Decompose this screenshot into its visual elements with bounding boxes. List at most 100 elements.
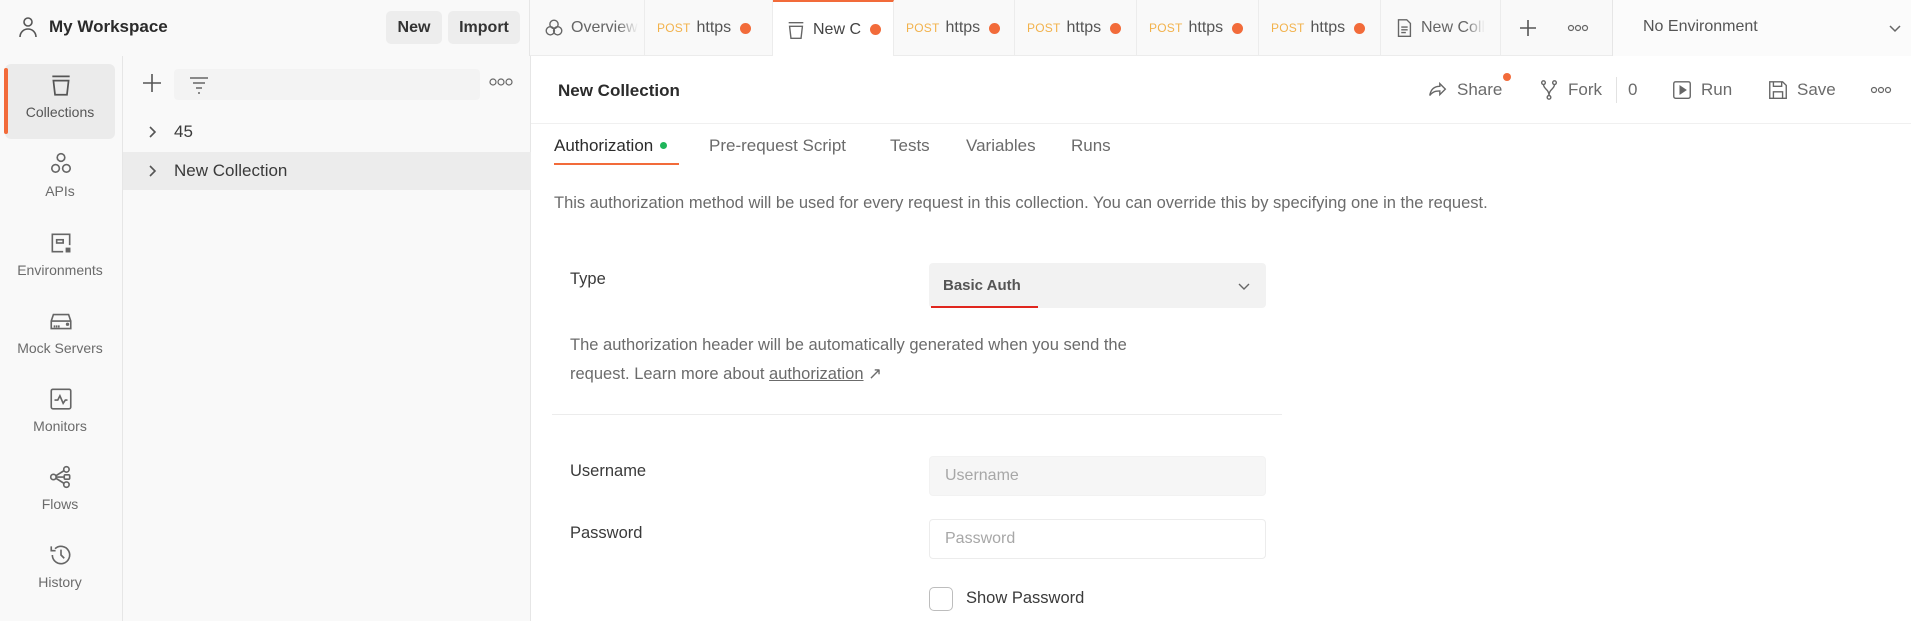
- divider: [552, 414, 1282, 415]
- tab-runs[interactable]: Runs: [1071, 136, 1111, 156]
- collection-item[interactable]: 45: [123, 113, 531, 151]
- new-tab-plus-icon[interactable]: [1518, 18, 1538, 38]
- new-button[interactable]: New: [386, 11, 442, 44]
- collection-title[interactable]: New Collection: [558, 81, 680, 101]
- tab-request[interactable]: POST https: [1015, 0, 1137, 56]
- tab-label: https: [1188, 19, 1224, 36]
- collections-filter-input[interactable]: [174, 69, 480, 100]
- sidebar-item-mock-servers[interactable]: Mock Servers: [5, 300, 115, 375]
- unsaved-dot: [989, 22, 1001, 34]
- share-icon: [1429, 81, 1447, 97]
- sidebar-item-label: Flows: [41, 496, 79, 512]
- tab-label: New C: [813, 20, 862, 38]
- left-sidebar: Collections APIs Environments Mock Serve…: [0, 56, 123, 621]
- save-button[interactable]: Save: [1767, 78, 1836, 102]
- auth-type-value: Basic Auth: [943, 277, 1021, 294]
- fork-count[interactable]: 0: [1628, 78, 1637, 102]
- type-label: Type: [570, 270, 606, 288]
- history-icon: [50, 545, 71, 565]
- active-indicator-dot: [660, 142, 668, 150]
- active-tab-underline: [554, 163, 679, 165]
- unsaved-dot: [1354, 22, 1366, 34]
- chevron-right-icon[interactable]: [145, 125, 159, 139]
- tab-tests[interactable]: Tests: [890, 136, 930, 156]
- main-content: New Collection Share Fork 0 Run Save Aut…: [531, 56, 1911, 621]
- tab-request[interactable]: POST https: [894, 0, 1015, 56]
- user-icon: [19, 17, 37, 38]
- unsaved-dot: [1232, 22, 1244, 34]
- document-icon: [1397, 19, 1412, 37]
- more-actions-icon[interactable]: [1870, 85, 1892, 95]
- fork-label: Fork: [1568, 80, 1602, 99]
- show-password-label[interactable]: Show Password: [966, 589, 1084, 608]
- sidebar-item-history[interactable]: History: [5, 534, 115, 609]
- method-badge: POST: [1027, 21, 1061, 35]
- more-tabs-icon[interactable]: [1567, 23, 1589, 33]
- add-collection-plus-icon[interactable]: [141, 72, 163, 94]
- unsaved-dot: [740, 22, 752, 34]
- sidebar-item-apis[interactable]: APIs: [5, 143, 115, 218]
- workspace-header: My Workspace New Import: [0, 0, 530, 56]
- method-badge: POST: [1271, 21, 1305, 35]
- method-badge: POST: [657, 21, 691, 35]
- tab-new-coll-doc[interactable]: New Coll: [1381, 0, 1501, 56]
- run-label: Run: [1701, 80, 1733, 99]
- auth-type-select[interactable]: Basic Auth: [929, 263, 1266, 308]
- environments-icon: [51, 233, 71, 253]
- chevron-down-icon: [1238, 283, 1250, 290]
- tab-label: https: [1310, 19, 1346, 36]
- tab-request[interactable]: POST https: [645, 0, 773, 56]
- collection-icon: [788, 21, 804, 39]
- workspace-title[interactable]: My Workspace: [49, 17, 168, 37]
- tab-authorization[interactable]: Authorization: [554, 136, 668, 156]
- collection-name: New Collection: [174, 161, 288, 180]
- help-text: request. Learn more about: [570, 365, 770, 383]
- more-options-icon[interactable]: [488, 76, 514, 88]
- collection-header: New Collection Share Fork 0 Run Save: [531, 56, 1911, 124]
- username-input[interactable]: [929, 456, 1266, 496]
- auth-help-line1: The authorization header will be automat…: [570, 336, 1127, 354]
- import-button[interactable]: Import: [448, 11, 520, 44]
- tab-variables[interactable]: Variables: [966, 136, 1036, 156]
- tab-overview[interactable]: Overview: [531, 0, 645, 56]
- flows-icon: [49, 465, 71, 489]
- tab-pre-request-script[interactable]: Pre-request Script: [709, 136, 846, 156]
- share-button[interactable]: Share: [1427, 78, 1502, 102]
- show-password-checkbox[interactable]: [929, 587, 953, 611]
- save-label: Save: [1797, 80, 1836, 99]
- mock-servers-icon: [50, 313, 72, 330]
- sidebar-item-environments[interactable]: Environments: [5, 222, 115, 297]
- divider: [1616, 77, 1617, 103]
- collection-name: 45: [174, 122, 193, 141]
- auth-help-line2: request. Learn more about authorization …: [570, 364, 882, 384]
- apis-icon: [50, 152, 72, 173]
- chevron-right-icon[interactable]: [145, 164, 159, 178]
- tab-label: New Coll: [1421, 19, 1486, 36]
- sidebar-item-collections[interactable]: Collections: [4, 64, 115, 139]
- tab-label: https: [696, 19, 732, 36]
- tab-label: Overview: [571, 19, 638, 36]
- collections-panel: 45 New Collection: [123, 56, 531, 621]
- environment-selector[interactable]: No Environment: [1612, 0, 1911, 56]
- sidebar-item-monitors[interactable]: Monitors: [5, 378, 115, 453]
- method-badge: POST: [1149, 21, 1183, 35]
- authorization-link[interactable]: authorization: [769, 365, 863, 383]
- method-badge: POST: [906, 21, 940, 35]
- sidebar-item-label: Monitors: [33, 418, 87, 434]
- run-button[interactable]: Run: [1671, 78, 1732, 102]
- tab-new-collection[interactable]: New C: [773, 0, 894, 57]
- sidebar-item-flows[interactable]: Flows: [5, 456, 115, 531]
- spellcheck-underline: [931, 306, 1038, 308]
- unsaved-dot: [870, 24, 882, 35]
- tab-request[interactable]: POST https: [1137, 0, 1259, 56]
- sidebar-item-label: Mock Servers: [17, 340, 103, 356]
- password-input[interactable]: [929, 519, 1266, 559]
- tab-label: Authorization: [554, 136, 654, 155]
- sidebar-item-label: History: [38, 574, 82, 590]
- unsaved-dot: [1110, 22, 1122, 34]
- collection-item[interactable]: New Collection: [123, 152, 531, 190]
- tab-request[interactable]: POST https: [1259, 0, 1381, 56]
- fork-button[interactable]: Fork: [1538, 78, 1602, 102]
- filter-icon: [190, 77, 208, 94]
- sidebar-item-label: APIs: [45, 183, 75, 199]
